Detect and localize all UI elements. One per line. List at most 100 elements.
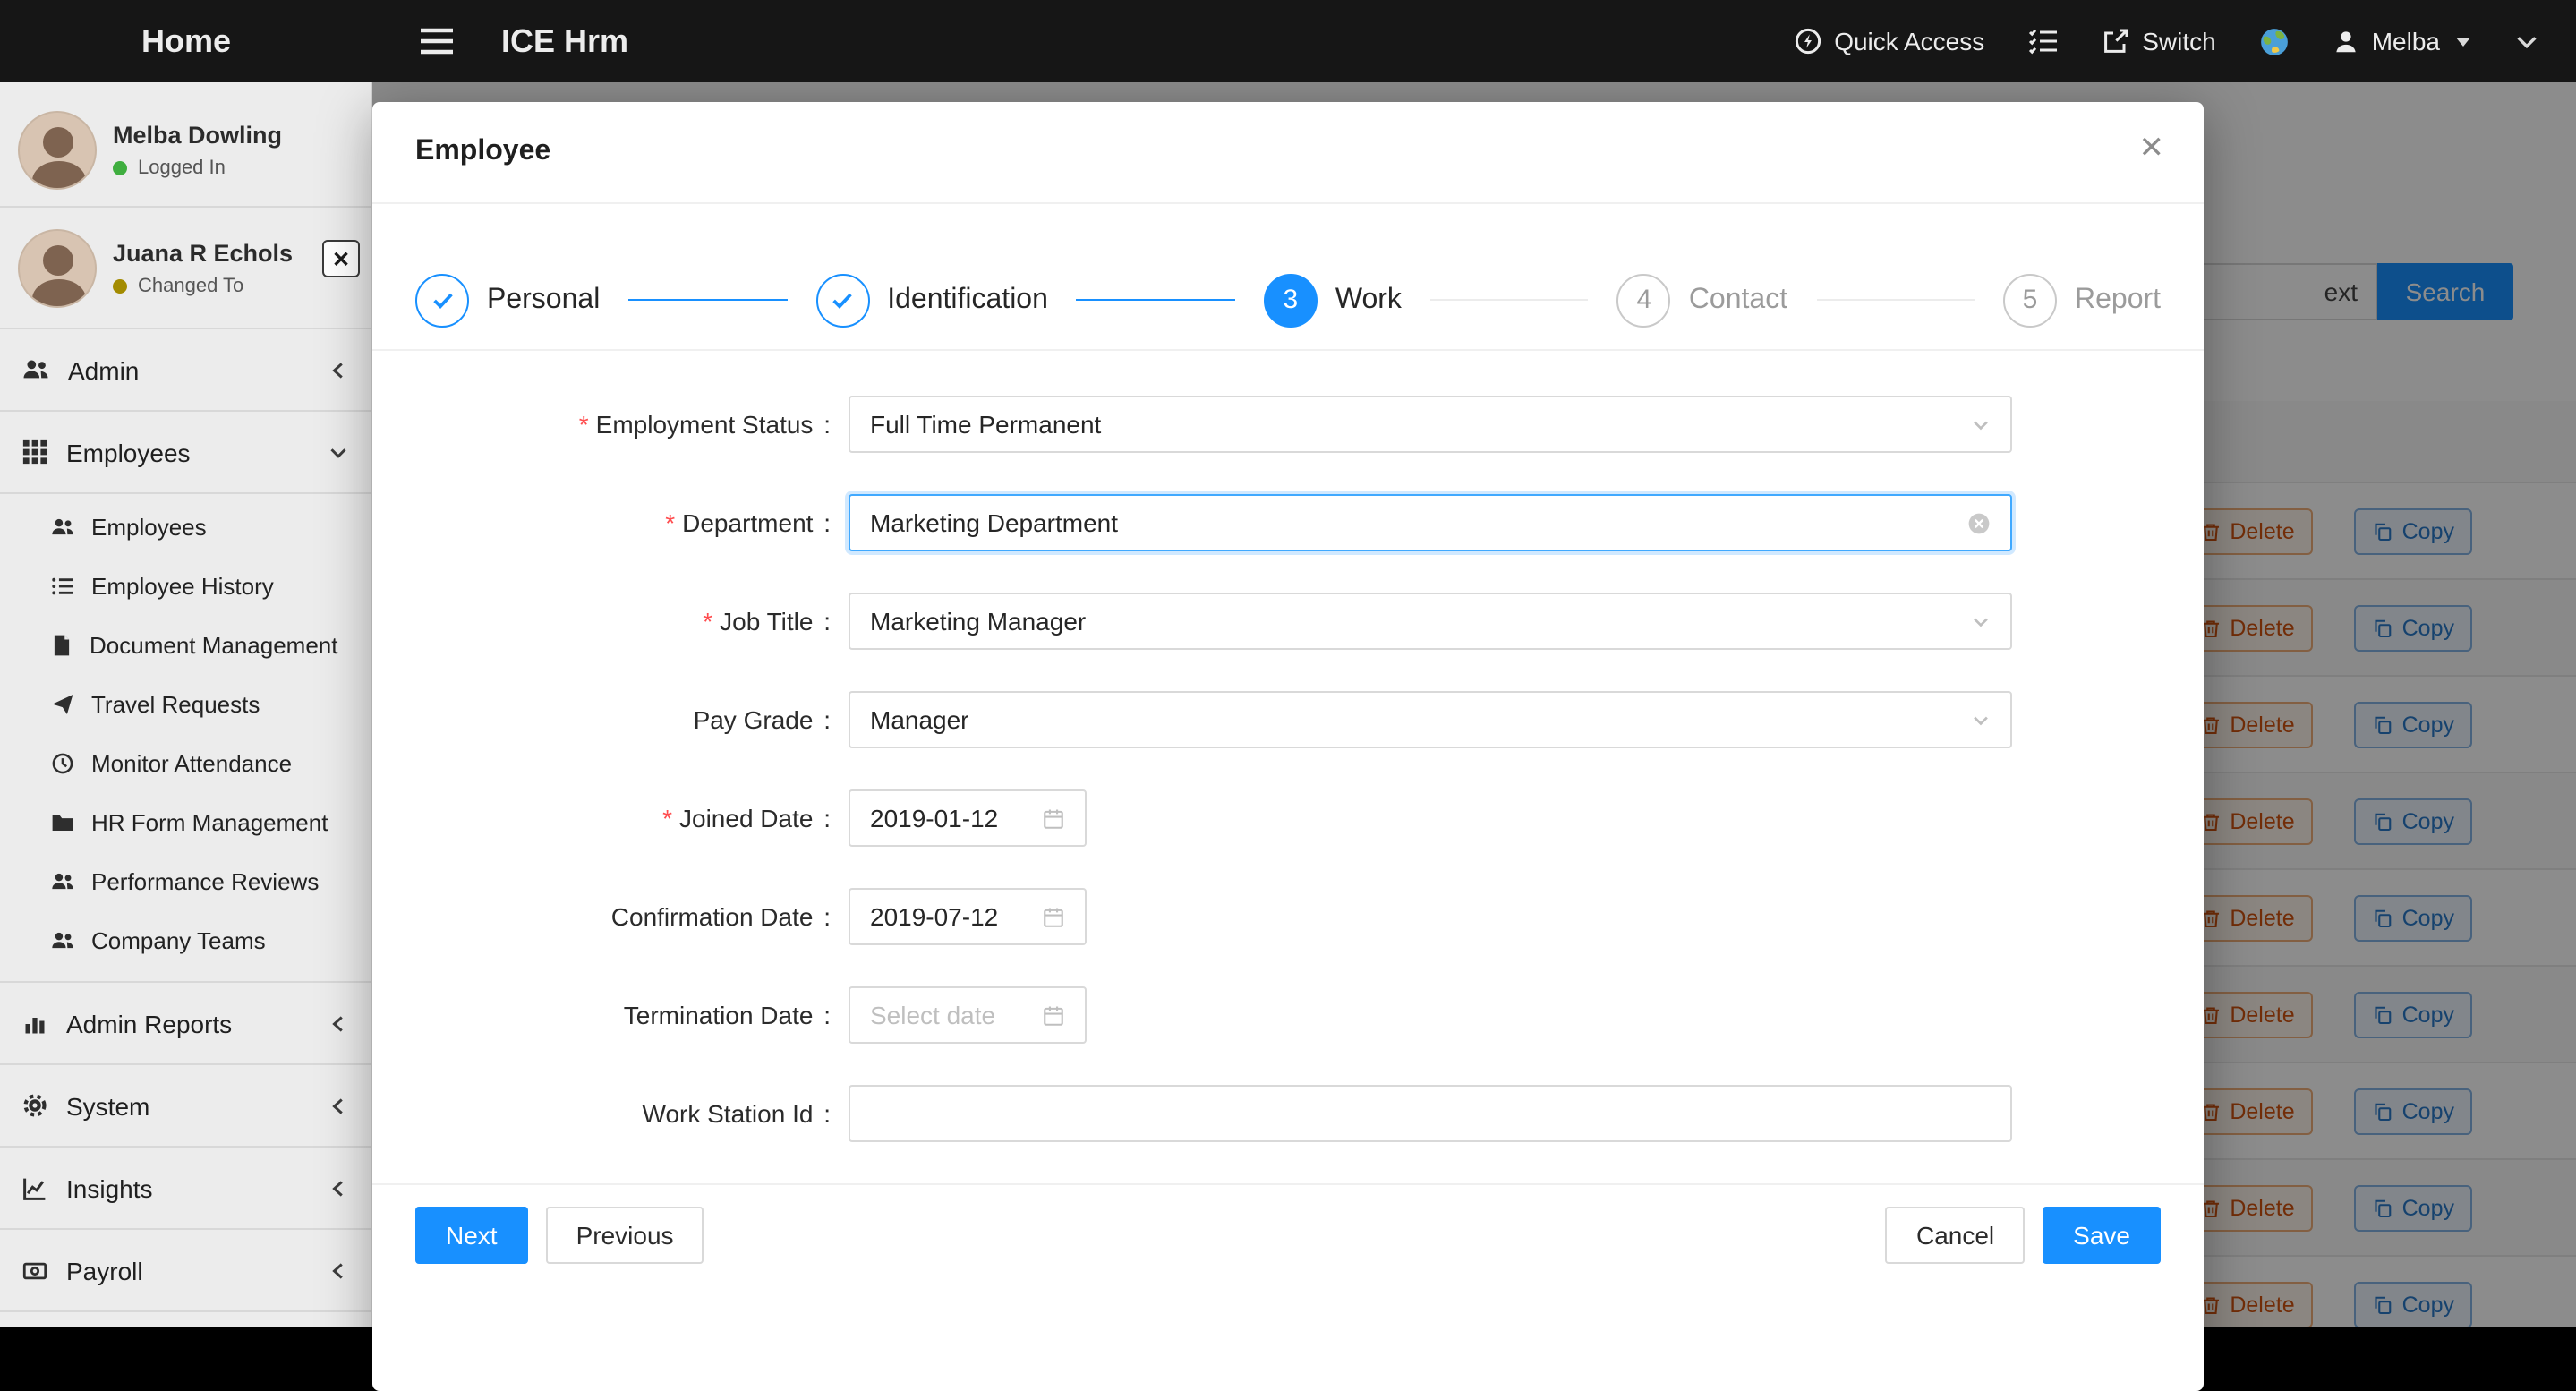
step-check-icon	[815, 273, 869, 327]
chevron-down-icon	[1971, 414, 1991, 434]
step-personal[interactable]: Personal	[415, 273, 600, 327]
line-chart-icon	[21, 1175, 48, 1200]
users-icon	[50, 516, 75, 539]
job-title-select[interactable]: Marketing Manager	[849, 593, 2012, 650]
form-row-termination-date: Termination Date Select date	[415, 986, 2161, 1044]
step-contact[interactable]: 4 Contact	[1617, 273, 1787, 327]
bar-chart-icon	[21, 1011, 48, 1036]
step-work[interactable]: 3 Work	[1264, 273, 1402, 327]
users-icon	[21, 356, 50, 383]
tasks-icon[interactable]	[2027, 27, 2058, 55]
payroll-icon	[21, 1258, 48, 1283]
user-icon	[2333, 28, 2359, 55]
step-connector	[1816, 299, 1975, 302]
close-icon[interactable]: ✕	[2139, 132, 2165, 163]
sidebar-item-travel-requests[interactable]: Travel Requests	[0, 675, 371, 734]
sidebar-item-system[interactable]: System	[0, 1065, 371, 1148]
sidebar-item-admin-reports[interactable]: Admin Reports	[0, 983, 371, 1065]
field-label: Work Station Id	[415, 1099, 831, 1128]
gear-icon	[21, 1092, 48, 1119]
field-label: *Department	[415, 508, 831, 537]
top-navbar: Home ICE Hrm Quick Access Switch	[0, 0, 2576, 82]
required-asterisk: *	[579, 410, 589, 439]
avatar-juana-r-echols[interactable]	[18, 228, 97, 307]
caret-down-icon	[2456, 37, 2470, 46]
grid-icon	[21, 439, 48, 465]
status-dot-gold	[113, 278, 127, 293]
required-asterisk: *	[662, 804, 672, 832]
sidebar-item-performance-reviews[interactable]: Performance Reviews	[0, 852, 371, 911]
plane-icon	[50, 693, 75, 716]
form-row-employment-status: *Employment Status Full Time Permanent	[415, 396, 2161, 453]
sidebar-item-monitor-attendance[interactable]: Monitor Attendance	[0, 734, 371, 793]
calendar-icon	[1042, 905, 1065, 928]
pay-grade-select[interactable]: Manager	[849, 691, 2012, 748]
field-label: Termination Date	[415, 1001, 831, 1029]
sidebar: Melba Dowling Logged In Juana R Echols C…	[0, 82, 372, 1327]
termination-date-picker[interactable]: Select date	[849, 986, 1087, 1044]
home-label: Home	[141, 22, 231, 58]
modal-footer: Next Previous Cancel Save	[372, 1183, 2204, 1285]
sidebar-item-document-management[interactable]: Document Management	[0, 616, 371, 675]
step-number: 3	[1264, 273, 1318, 327]
list-icon	[50, 575, 75, 598]
chevron-left-icon	[328, 1012, 349, 1034]
form-row-joined-date: *Joined Date 2019-01-12	[415, 789, 2161, 847]
profile-name: Juana R Echols	[113, 239, 293, 266]
sidebar-item-insights[interactable]: Insights	[0, 1148, 371, 1230]
field-label: Pay Grade	[415, 705, 831, 734]
home-nav[interactable]: Home	[0, 22, 372, 60]
folder-icon	[50, 811, 75, 834]
department-input[interactable]: Marketing Department	[849, 494, 2012, 551]
chevron-left-icon	[328, 1177, 349, 1199]
save-button[interactable]: Save	[2043, 1207, 2161, 1264]
sidebar-item-clipped[interactable]	[0, 1312, 371, 1327]
quick-access-icon	[1793, 27, 1821, 55]
close-changed-user-button[interactable]: ✕	[322, 240, 360, 277]
users-icon	[50, 929, 75, 952]
employment-status-select[interactable]: Full Time Permanent	[849, 396, 2012, 453]
sidebar-item-hr-form-management[interactable]: HR Form Management	[0, 793, 371, 852]
chevron-down-icon	[328, 441, 349, 463]
work-station-id-input[interactable]	[849, 1085, 2012, 1142]
next-button[interactable]: Next	[415, 1207, 528, 1264]
chevron-down-icon	[1971, 710, 1991, 730]
sidebar-item-payroll[interactable]: Payroll	[0, 1230, 371, 1312]
switch-button[interactable]: Switch	[2101, 27, 2215, 55]
quick-access-button[interactable]: Quick Access	[1793, 27, 1984, 55]
chevron-left-icon	[328, 1259, 349, 1281]
required-asterisk: *	[665, 508, 675, 537]
field-label: *Job Title	[415, 607, 831, 636]
work-form: *Employment Status Full Time Permanent *…	[372, 351, 2204, 1142]
cancel-button[interactable]: Cancel	[1886, 1207, 2025, 1264]
step-number: 5	[2003, 273, 2057, 327]
calendar-icon	[1042, 1003, 1065, 1027]
step-check-icon	[415, 273, 469, 327]
sidebar-item-employee-history[interactable]: Employee History	[0, 557, 371, 616]
user-menu[interactable]: Melba	[2333, 27, 2470, 55]
chevron-left-icon	[328, 1095, 349, 1116]
profile-name: Melba Dowling	[113, 121, 282, 148]
chevron-left-icon	[328, 359, 349, 380]
form-row-pay-grade: Pay Grade Manager	[415, 691, 2161, 748]
sidebar-item-company-teams[interactable]: Company Teams	[0, 911, 371, 970]
step-connector	[1430, 299, 1589, 302]
chevron-down-icon	[1971, 611, 1991, 631]
sidebar-item-employees[interactable]: Employees	[0, 412, 371, 494]
confirmation-date-picker[interactable]: 2019-07-12	[849, 888, 1087, 945]
form-row-work-station-id: Work Station Id	[415, 1085, 2161, 1142]
joined-date-picker[interactable]: 2019-01-12	[849, 789, 1087, 847]
users-icon	[50, 870, 75, 893]
chevron-down-icon[interactable]	[2513, 28, 2540, 55]
sidebar-item-employees-list[interactable]: Employees	[0, 498, 371, 557]
sidebar-item-admin[interactable]: Admin	[0, 329, 371, 412]
form-row-job-title: *Job Title Marketing Manager	[415, 593, 2161, 650]
globe-icon[interactable]	[2259, 26, 2290, 56]
previous-button[interactable]: Previous	[546, 1207, 704, 1264]
hamburger-menu-icon[interactable]	[419, 27, 455, 55]
clear-icon[interactable]	[1967, 511, 1991, 534]
avatar-melba-dowling[interactable]	[18, 110, 97, 189]
step-identification[interactable]: Identification	[815, 273, 1048, 327]
steps-wizard: Personal Identification 3 Work 4 Contact	[372, 204, 2204, 351]
step-report[interactable]: 5 Report	[2003, 273, 2161, 327]
